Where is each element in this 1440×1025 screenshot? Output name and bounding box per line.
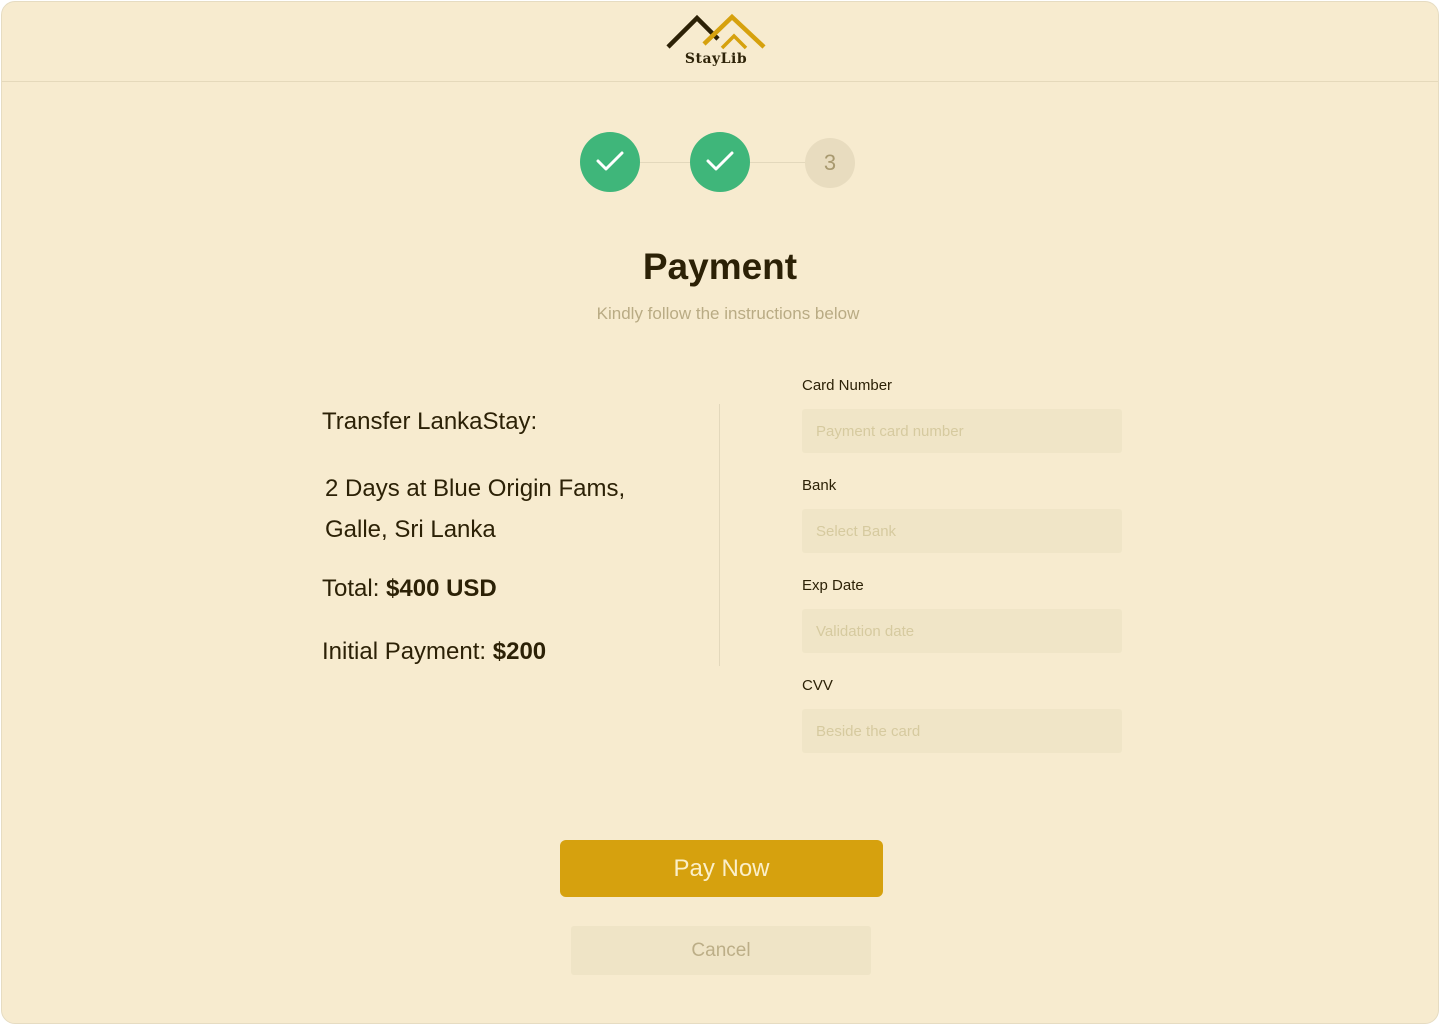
cancel-button[interactable]: Cancel bbox=[571, 926, 871, 975]
staylib-logo[interactable]: StayLib bbox=[666, 12, 766, 72]
trip-line-1: 2 Days at Blue Origin Fams, bbox=[325, 475, 626, 502]
mountain-roof-icon bbox=[666, 13, 766, 50]
check-icon bbox=[596, 151, 624, 171]
transfer-label: Transfer LankaStay: bbox=[322, 408, 538, 435]
total-value: $400 USD bbox=[386, 575, 497, 602]
section-divider bbox=[719, 404, 720, 666]
trip-description: 2 Days at Blue Origin Fams, Galle, Sri L… bbox=[325, 468, 705, 550]
step-2-complete bbox=[690, 132, 750, 192]
cvv-label: CVV bbox=[802, 677, 833, 694]
total-label: Total: bbox=[322, 575, 387, 602]
page-subtitle: Kindly follow the instructions below bbox=[596, 304, 860, 323]
check-icon bbox=[706, 151, 734, 171]
step-connector bbox=[748, 162, 810, 163]
exp-date-input[interactable] bbox=[802, 609, 1122, 653]
exp-date-label: Exp Date bbox=[802, 577, 864, 594]
bank-label: Bank bbox=[802, 477, 837, 494]
bank-input[interactable] bbox=[802, 509, 1122, 553]
page-title: Payment bbox=[642, 246, 798, 287]
progress-stepper: 3 bbox=[580, 132, 860, 194]
pay-now-button[interactable]: Pay Now bbox=[560, 840, 883, 897]
step-3-current: 3 bbox=[805, 138, 855, 188]
step-1-complete bbox=[580, 132, 640, 192]
step-connector bbox=[638, 162, 694, 163]
initial-payment-value: $200 bbox=[492, 638, 547, 665]
initial-payment-label: Initial Payment: bbox=[322, 638, 493, 665]
payment-page: StayLib 3 Payment Kindly follow the inst… bbox=[1, 1, 1439, 1024]
header: StayLib bbox=[2, 2, 1438, 82]
card-number-input[interactable] bbox=[802, 409, 1122, 453]
card-number-label: Card Number bbox=[802, 377, 893, 394]
logo-text: StayLib bbox=[684, 51, 748, 67]
cvv-input[interactable] bbox=[802, 709, 1122, 753]
initial-payment-row: Initial Payment: $200 bbox=[322, 638, 546, 666]
total-row: Total: $400 USD bbox=[322, 575, 497, 603]
trip-line-2: Galle, Sri Lanka bbox=[325, 516, 496, 543]
